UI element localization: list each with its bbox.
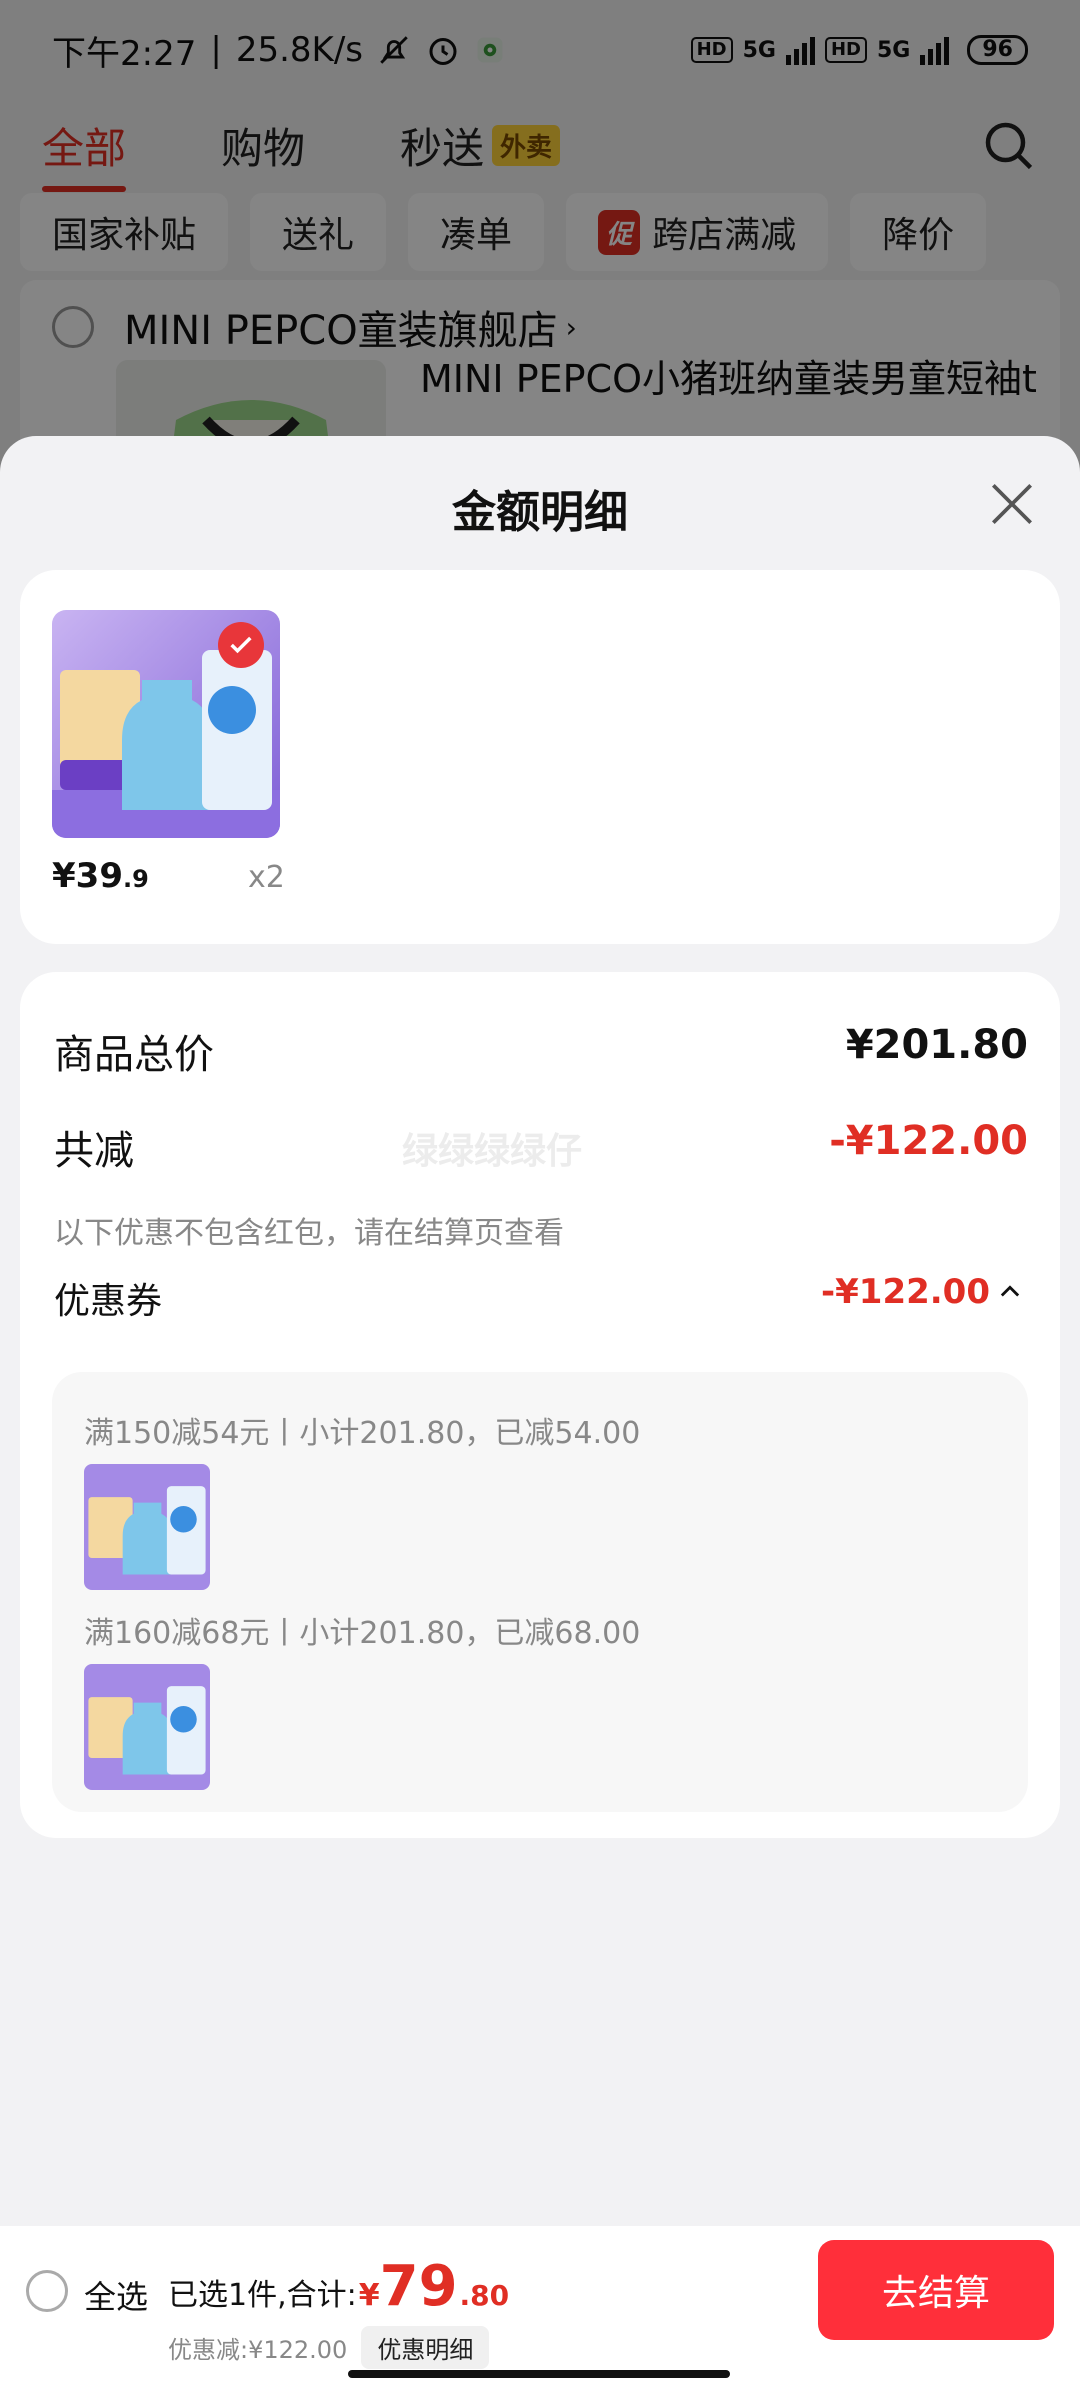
coupon-breakdown: 满150减54元丨小计201.80，已减54.00 满160减68元丨小计201… (52, 1372, 1028, 1812)
sheet-title: 金额明细 (452, 487, 628, 538)
coupon-label: 优惠券 (54, 1281, 163, 1322)
select-all-radio[interactable] (26, 2270, 68, 2312)
discount-note: 以下优惠不包含红包，请在结算页查看 (54, 1216, 564, 1251)
coupon-value-toggle[interactable]: -¥122.00 (821, 1272, 1024, 1312)
total-price-value: ¥201.80 (845, 1022, 1028, 1068)
discount-label: 共减 (54, 1128, 134, 1174)
total-amount-decimal: .80 (459, 2279, 510, 2312)
select-all-label[interactable]: 全选 (84, 2272, 148, 2318)
total-currency: ¥ (358, 2278, 380, 2313)
checkmark-icon (218, 622, 264, 668)
coupon-item-thumbnail-2 (84, 1664, 210, 1790)
item-price: ¥39.9 (52, 856, 149, 896)
selected-count-text: 已选1件,合计: (168, 2278, 357, 2313)
home-indicator[interactable] (348, 2370, 730, 2378)
coupon-rule-1: 满150减54元丨小计201.80，已减54.00 (84, 1416, 641, 1451)
total-summary: 已选1件,合计: ¥ 79 .80 (168, 2254, 509, 2319)
saved-amount-text: 优惠减:¥122.00 (168, 2336, 348, 2364)
coupon-item-thumbnail-1 (84, 1464, 210, 1590)
price-summary-card: 商品总价 ¥201.80 绿绿绿绿仔 共减 -¥122.00 以下优惠不包含红包… (20, 972, 1060, 1838)
discount-value: -¥122.00 (829, 1118, 1028, 1164)
watermark-text: 绿绿绿绿仔 (402, 1131, 583, 1172)
discount-detail-button[interactable]: 优惠明细 (361, 2326, 490, 2369)
close-icon[interactable] (984, 476, 1040, 532)
total-amount-integer: 79 (379, 2254, 458, 2319)
amount-detail-sheet: 金额明细 ¥39.9 x2 商品总价 ¥201.80 绿绿绿绿仔 共减 -¥12… (0, 436, 1080, 2400)
chevron-up-icon (1000, 1285, 1020, 1297)
item-quantity: x2 (248, 860, 285, 895)
saved-summary: 优惠减:¥122.00 优惠明细 (168, 2326, 490, 2369)
total-price-label: 商品总价 (54, 1032, 214, 1078)
selected-items-card: ¥39.9 x2 (20, 570, 1060, 944)
coupon-rule-2: 满160减68元丨小计201.80，已减68.00 (84, 1616, 641, 1651)
checkout-button[interactable]: 去结算 (818, 2240, 1054, 2340)
